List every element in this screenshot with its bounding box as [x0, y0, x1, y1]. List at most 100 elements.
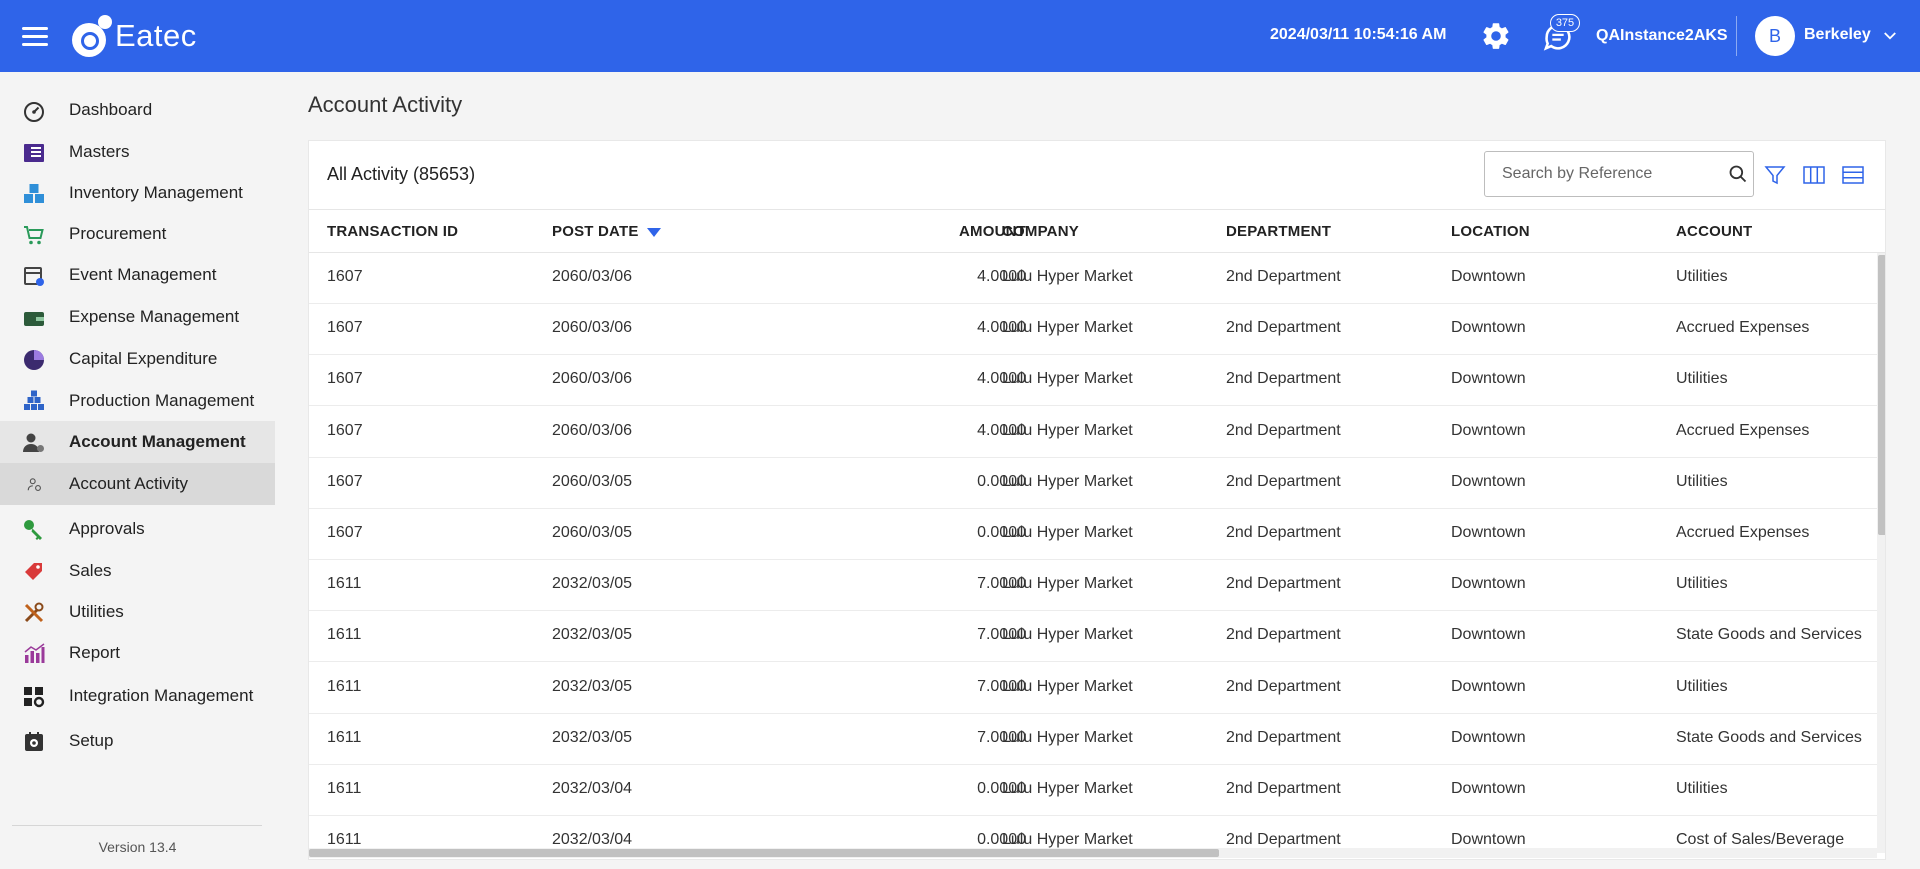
hamburger-menu-icon[interactable] [22, 27, 48, 47]
cell-department: 2nd Department [1226, 473, 1341, 490]
cell-company: Lulu Hyper Market [1002, 575, 1133, 592]
sidebar-item-masters[interactable]: Masters [0, 131, 275, 173]
sidebar-item-inventory-management[interactable]: Inventory Management [0, 172, 275, 214]
sidebar-item-event-management[interactable]: Event Management [0, 254, 275, 296]
filter-icon[interactable] [1763, 163, 1787, 187]
table-row[interactable]: 1607 2060/03/05 0.0000 Lulu Hyper Market 2nd… [309, 509, 1877, 560]
sidebar-item-label: Event Management [69, 265, 217, 284]
cell-location: Downtown [1451, 268, 1526, 285]
vertical-scrollbar-thumb[interactable] [1878, 255, 1885, 535]
column-header-department[interactable]: DEPARTMENT [1226, 223, 1331, 240]
activity-card: All Activity (85653) TRANSACTION ID POST… [308, 140, 1886, 860]
user-name[interactable]: Berkeley [1804, 26, 1871, 44]
column-header-transaction-id[interactable]: TRANSACTION ID [327, 223, 458, 240]
search-icon[interactable] [1728, 164, 1748, 184]
cell-transaction-id: 1607 [327, 524, 363, 541]
sidebar-item-label: Procurement [69, 224, 167, 243]
gauge-icon [24, 102, 44, 122]
sidebar-item-integration-management[interactable]: Integration Management [0, 675, 275, 717]
sidebar-item-label: Production Management [69, 391, 255, 410]
user-avatar[interactable]: B [1755, 16, 1795, 56]
cell-account: Cost of Sales/Beverage [1676, 831, 1845, 848]
app-logo[interactable]: Eatec [70, 14, 197, 58]
table-row[interactable]: 1611 2032/03/05 7.0000 Lulu Hyper Market 2nd… [309, 714, 1877, 765]
pie-chart-icon [24, 350, 44, 370]
cell-account: Utilities [1676, 678, 1728, 695]
chevron-down-icon[interactable] [1881, 27, 1899, 45]
boxes-icon [24, 184, 44, 203]
cell-post-date: 2060/03/06 [552, 319, 633, 336]
cart-icon [24, 226, 44, 245]
sidebar-item-report[interactable]: Report [0, 632, 275, 674]
cell-transaction-id: 1607 [327, 422, 363, 439]
column-header-location[interactable]: LOCATION [1451, 223, 1530, 240]
card-title: All Activity (85653) [327, 164, 476, 184]
sidebar-item-label: Expense Management [69, 307, 240, 326]
sidebar-item-label: Inventory Management [69, 183, 243, 202]
cell-post-date: 2060/03/06 [552, 268, 633, 285]
calendar-icon [24, 267, 44, 286]
cell-transaction-id: 1607 [327, 268, 363, 285]
columns-icon[interactable] [1802, 163, 1826, 187]
table-row[interactable]: 1611 2032/03/05 7.0000 Lulu Hyper Market 2nd… [309, 560, 1877, 611]
cell-company: Lulu Hyper Market [1002, 831, 1133, 848]
cell-post-date: 2032/03/05 [552, 678, 633, 695]
column-header-post-date[interactable]: POST DATE [552, 223, 639, 240]
search-input[interactable] [1485, 152, 1715, 196]
key-icon [24, 520, 42, 540]
sidebar-item-label: Capital Expenditure [69, 349, 218, 368]
cell-transaction-id: 1611 [327, 831, 362, 848]
table-row[interactable]: 1607 2060/03/06 4.0000 Lulu Hyper Market 2nd… [309, 253, 1877, 304]
cell-department: 2nd Department [1226, 678, 1341, 695]
sidebar-item-setup[interactable]: Setup [0, 720, 275, 762]
bar-chart-icon [24, 643, 45, 663]
cell-account: Utilities [1676, 473, 1728, 490]
sidebar-item-dashboard[interactable]: Dashboard [0, 89, 275, 131]
sidebar-item-account-management[interactable]: Account Management [0, 421, 275, 463]
table-row[interactable]: 1607 2060/03/06 4.0000 Lulu Hyper Market 2nd… [309, 407, 1877, 458]
cell-company: Lulu Hyper Market [1002, 473, 1133, 490]
sidebar-item-utilities[interactable]: Utilities [0, 591, 275, 633]
cell-location: Downtown [1451, 626, 1526, 643]
settings-gear-icon[interactable] [1480, 20, 1512, 52]
cell-company: Lulu Hyper Market [1002, 422, 1133, 439]
instance-name[interactable]: QAInstance2AKS [1596, 27, 1728, 45]
cell-department: 2nd Department [1226, 575, 1341, 592]
cell-department: 2nd Department [1226, 422, 1341, 439]
sidebar-item-account-activity[interactable]: Account Activity [0, 463, 275, 505]
cell-post-date: 2060/03/06 [552, 422, 633, 439]
table-row[interactable]: 1611 2032/03/05 7.0000 Lulu Hyper Market 2nd… [309, 611, 1877, 662]
horizontal-scrollbar-thumb[interactable] [309, 849, 1219, 857]
table-row[interactable]: 1611 2032/03/05 7.0000 Lulu Hyper Market 2nd… [309, 663, 1877, 714]
book-icon [24, 144, 44, 162]
column-header-account[interactable]: ACCOUNT [1676, 223, 1752, 240]
table-row[interactable]: 1607 2060/03/06 4.0000 Lulu Hyper Market 2nd… [309, 304, 1877, 355]
cell-company: Lulu Hyper Market [1002, 678, 1133, 695]
table-row[interactable]: 1607 2060/03/05 0.0000 Lulu Hyper Market 2nd… [309, 458, 1877, 509]
sidebar-item-expense-management[interactable]: Expense Management [0, 296, 275, 338]
cell-location: Downtown [1451, 575, 1526, 592]
cell-location: Downtown [1451, 729, 1526, 746]
sort-descending-icon[interactable] [647, 228, 661, 238]
sidebar-item-capital-expenditure[interactable]: Capital Expenditure [0, 338, 275, 380]
cell-company: Lulu Hyper Market [1002, 268, 1133, 285]
cell-post-date: 2032/03/05 [552, 575, 633, 592]
search-box [1484, 151, 1754, 197]
sidebar-item-approvals[interactable]: Approvals [0, 508, 275, 550]
tag-icon [25, 563, 42, 580]
sidebar-item-label: Sales [69, 561, 112, 580]
cell-location: Downtown [1451, 780, 1526, 797]
cell-transaction-id: 1607 [327, 370, 363, 387]
cell-company: Lulu Hyper Market [1002, 319, 1133, 336]
sidebar-item-sales[interactable]: Sales [0, 550, 275, 592]
density-icon[interactable] [1841, 163, 1865, 187]
sidebar-item-label: Integration Management [69, 686, 254, 705]
cell-post-date: 2032/03/05 [552, 626, 633, 643]
column-header-company[interactable]: COMPANY [1002, 223, 1079, 240]
sidebar-item-procurement[interactable]: Procurement [0, 213, 275, 255]
table-row[interactable]: 1611 2032/03/04 0.0000 Lulu Hyper Market 2nd… [309, 765, 1877, 816]
table-row[interactable]: 1607 2060/03/06 4.0000 Lulu Hyper Market 2nd… [309, 355, 1877, 406]
cell-company: Lulu Hyper Market [1002, 370, 1133, 387]
sidebar-item-production-management[interactable]: Production Management [0, 380, 275, 422]
cell-account: Accrued Expenses [1676, 422, 1810, 439]
